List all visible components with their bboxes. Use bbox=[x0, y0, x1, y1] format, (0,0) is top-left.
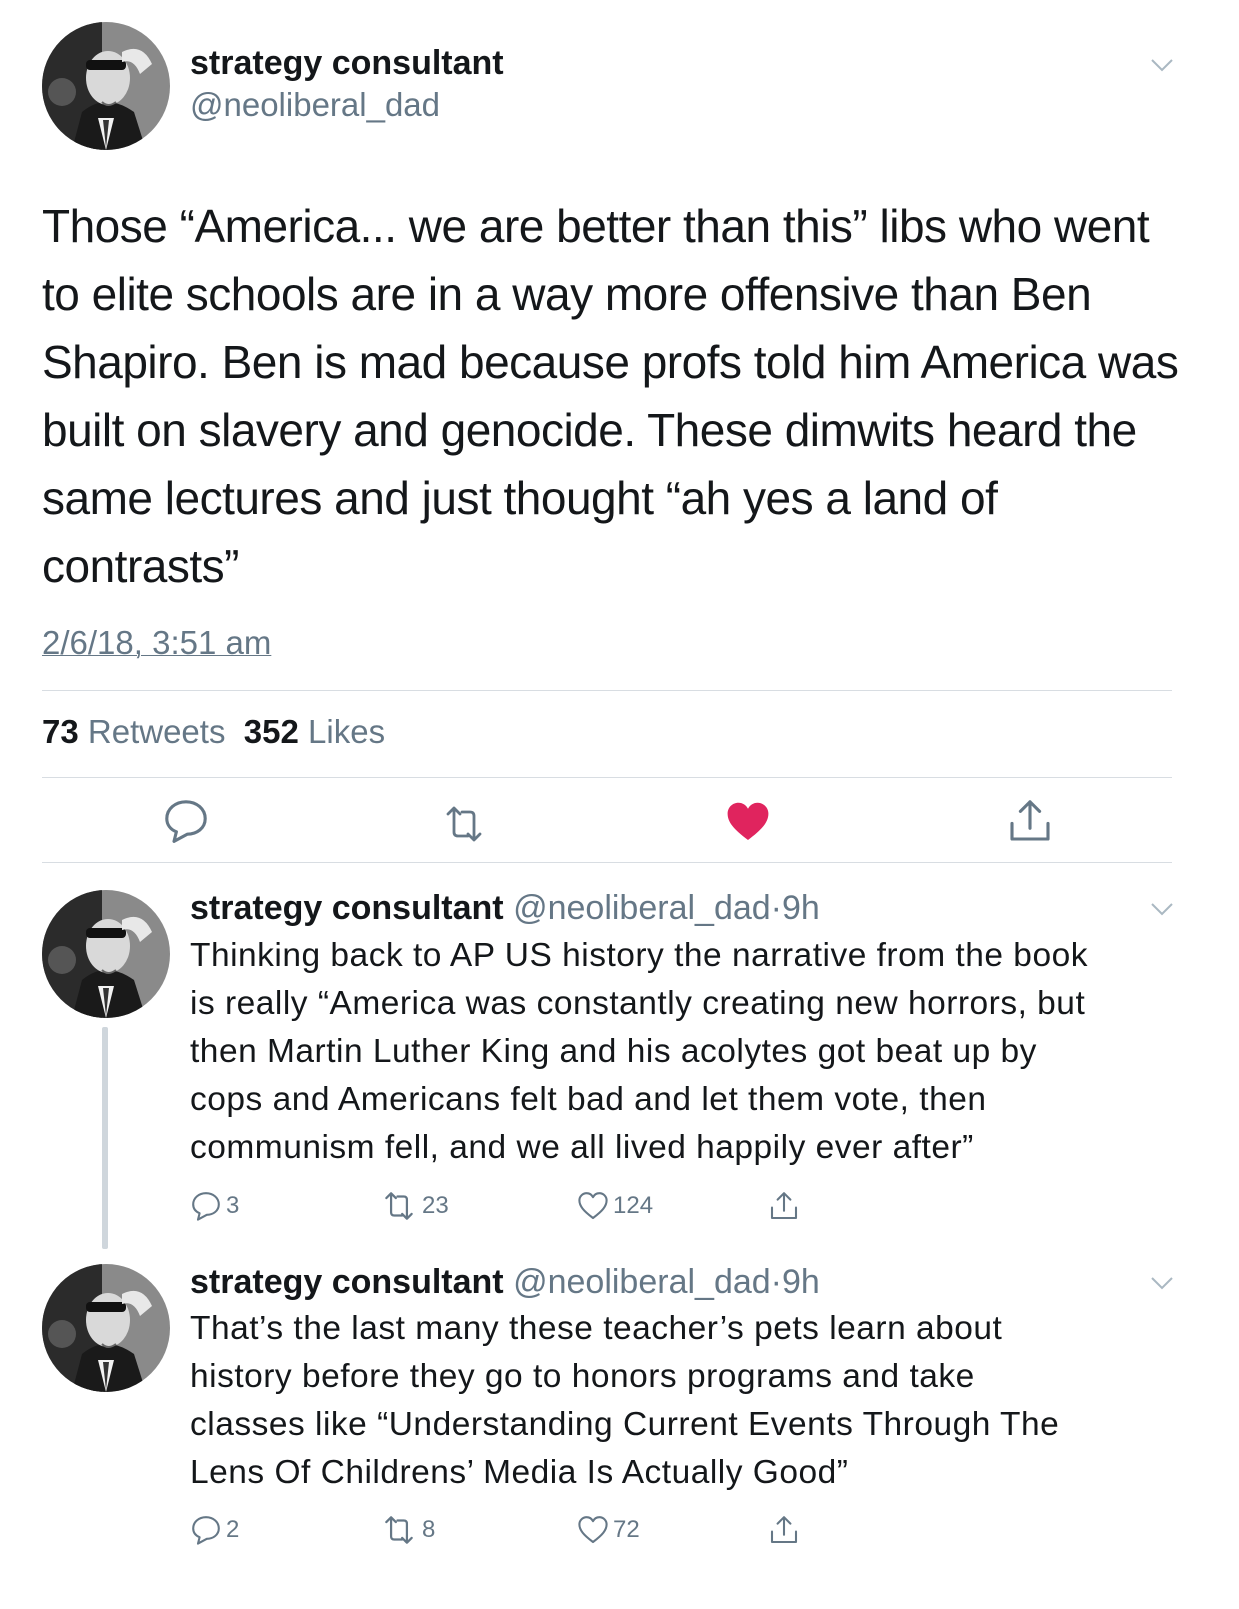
avatar[interactable] bbox=[42, 22, 170, 150]
retweet-icon bbox=[380, 1514, 418, 1546]
reply-header: strategy consultant @neoliberal_dad·9h bbox=[190, 886, 820, 930]
retweet-icon bbox=[380, 1190, 418, 1222]
tweet-text: Those “America... we are better than thi… bbox=[42, 200, 1179, 592]
display-name[interactable]: strategy consultant bbox=[190, 1263, 504, 1301]
retweet-action[interactable]: 8 bbox=[380, 1514, 435, 1546]
retweet-count: 23 bbox=[422, 1192, 449, 1219]
relative-time[interactable]: 9h bbox=[782, 889, 820, 927]
avatar[interactable] bbox=[42, 1264, 170, 1392]
tweet-timestamp[interactable]: 2/6/18, 3:51 am bbox=[42, 624, 271, 662]
relative-time[interactable]: 9h bbox=[782, 1263, 820, 1301]
retweet-count: 8 bbox=[422, 1516, 436, 1543]
share-icon[interactable] bbox=[1006, 797, 1054, 845]
retweets-stat[interactable]: 73 Retweets bbox=[42, 713, 225, 750]
separator: · bbox=[770, 1263, 782, 1301]
tweet-text: Thinking back to AP US history the narra… bbox=[190, 937, 1088, 1166]
main-tweet-author: strategy consultant @neoliberal_dad bbox=[190, 42, 504, 126]
reply-icon bbox=[190, 1190, 222, 1222]
retweet-action[interactable]: 23 bbox=[380, 1190, 449, 1222]
reply-count: 2 bbox=[226, 1516, 240, 1543]
handle[interactable]: @neoliberal_dad bbox=[513, 889, 771, 927]
heart-icon bbox=[577, 1514, 609, 1546]
like-action[interactable]: 72 bbox=[577, 1514, 640, 1546]
tweet-text: That’s the last many these teacher’s pet… bbox=[190, 1310, 1060, 1491]
reply-action[interactable]: 3 bbox=[190, 1190, 239, 1222]
handle[interactable]: @neoliberal_dad bbox=[190, 84, 504, 126]
heart-icon[interactable] bbox=[724, 798, 772, 846]
like-action[interactable]: 124 bbox=[577, 1190, 653, 1222]
reply-action[interactable]: 2 bbox=[190, 1514, 239, 1546]
chevron-down-icon[interactable] bbox=[1150, 58, 1174, 72]
handle[interactable]: @neoliberal_dad bbox=[513, 1263, 771, 1301]
likes-stat[interactable]: 352 Likes bbox=[244, 713, 385, 750]
divider bbox=[42, 862, 1172, 863]
avatar[interactable] bbox=[42, 890, 170, 1018]
chevron-down-icon[interactable] bbox=[1150, 1276, 1174, 1290]
thread-line bbox=[102, 1027, 108, 1249]
separator: · bbox=[770, 889, 782, 927]
chevron-down-icon[interactable] bbox=[1150, 902, 1174, 916]
retweet-icon[interactable] bbox=[440, 800, 488, 848]
reply-icon[interactable] bbox=[162, 797, 210, 845]
reply-header: strategy consultant @neoliberal_dad·9h bbox=[190, 1260, 820, 1304]
reply-icon bbox=[190, 1514, 222, 1546]
display-name[interactable]: strategy consultant bbox=[190, 42, 504, 84]
like-count: 72 bbox=[613, 1516, 640, 1543]
display-name[interactable]: strategy consultant bbox=[190, 889, 504, 927]
engagement-stats: 73 Retweets 352 Likes bbox=[42, 713, 385, 751]
like-count: 124 bbox=[613, 1192, 654, 1219]
share-icon[interactable] bbox=[768, 1514, 800, 1546]
divider bbox=[42, 777, 1172, 778]
divider bbox=[42, 690, 1172, 691]
share-icon[interactable] bbox=[768, 1190, 800, 1222]
heart-icon bbox=[577, 1190, 609, 1222]
reply-count: 3 bbox=[226, 1192, 240, 1219]
